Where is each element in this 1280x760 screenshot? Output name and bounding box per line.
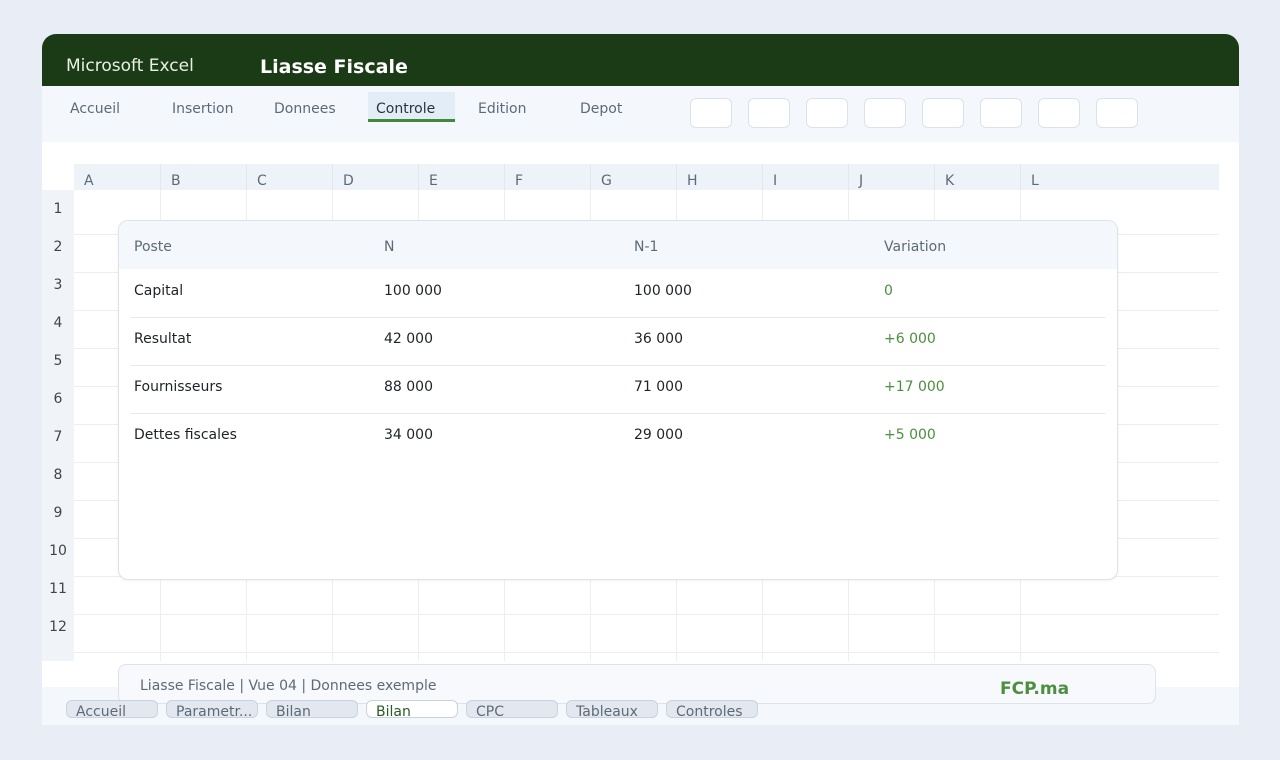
header-n-1: N-1 [634, 239, 659, 255]
row-header-2[interactable]: 2 [42, 228, 74, 266]
document-title: Liasse Fiscale [260, 56, 408, 78]
cell-poste: Resultat [134, 331, 192, 347]
ribbon-tool-button-3[interactable] [806, 98, 848, 128]
row-header-8[interactable]: 8 [42, 456, 74, 494]
sheet-tab-controles[interactable]: Controles [666, 700, 758, 718]
cell-n: 34 000 [384, 427, 433, 443]
column-header-d[interactable]: D [332, 164, 418, 190]
column-header-c[interactable]: C [246, 164, 332, 190]
row-header-11[interactable]: 11 [42, 570, 74, 608]
column-header-f[interactable]: F [504, 164, 590, 190]
column-header-h[interactable]: H [676, 164, 762, 190]
sheet-tab-bilan[interactable]: Bilan [266, 700, 358, 718]
column-header-l[interactable]: L [1020, 164, 1219, 190]
ribbon-tool-button-4[interactable] [864, 98, 906, 128]
column-header-k[interactable]: K [934, 164, 1020, 190]
column-headers: A B C D E F G H I J K L [74, 164, 1219, 190]
ribbon-tool-button-2[interactable] [748, 98, 790, 128]
row-headers: 1 2 3 4 5 6 7 8 9 10 11 12 [42, 190, 74, 661]
column-header-j[interactable]: J [848, 164, 934, 190]
row-header-7[interactable]: 7 [42, 418, 74, 456]
tab-edition[interactable]: Edition [470, 92, 534, 122]
cell-variation: +17 000 [884, 379, 945, 395]
cell-poste: Capital [134, 283, 184, 299]
row-header-1[interactable]: 1 [42, 190, 74, 228]
brand-logo: FCP.ma [1000, 679, 1070, 699]
row-header-4[interactable]: 4 [42, 304, 74, 342]
row-header-5[interactable]: 5 [42, 342, 74, 380]
table-row[interactable]: Capital 100 000 100 000 0 [131, 269, 1105, 318]
sheet-tab-cpc[interactable]: CPC [466, 700, 558, 718]
ribbon-tool-button-8[interactable] [1096, 98, 1138, 128]
header-poste: Poste [134, 239, 172, 255]
header-variation: Variation [884, 239, 947, 255]
tab-accueil[interactable]: Accueil [62, 92, 128, 122]
cell-n-1: 36 000 [634, 331, 683, 347]
cell-poste: Fournisseurs [134, 379, 223, 395]
sheet-tab-bilan-active[interactable]: Bilan [366, 700, 458, 718]
ribbon-tool-button-1[interactable] [690, 98, 732, 128]
row-header-12[interactable]: 12 [42, 608, 74, 646]
balance-control-panel: Poste N N-1 Variation Capital 100 000 10… [118, 220, 1118, 580]
cell-variation: +5 000 [884, 427, 936, 443]
column-header-g[interactable]: G [590, 164, 676, 190]
cell-variation: +6 000 [884, 331, 936, 347]
cell-variation: 0 [884, 283, 893, 299]
tab-controle[interactable]: Controle [368, 92, 455, 122]
row-header-6[interactable]: 6 [42, 380, 74, 418]
cell-n-1: 29 000 [634, 427, 683, 443]
ribbon-tool-button-6[interactable] [980, 98, 1022, 128]
panel-header: Poste N N-1 Variation [119, 221, 1117, 269]
title-bar: Microsoft Excel Liasse Fiscale [42, 34, 1239, 86]
tab-insertion[interactable]: Insertion [164, 92, 241, 122]
cell-n: 88 000 [384, 379, 433, 395]
cell-n: 42 000 [384, 331, 433, 347]
row-header-9[interactable]: 9 [42, 494, 74, 532]
cell-poste: Dettes fiscales [134, 427, 237, 443]
cell-n-1: 71 000 [634, 379, 683, 395]
status-bar: Liasse Fiscale | Vue 04 | Donnees exempl… [118, 664, 1156, 704]
sheet-tab-tableaux[interactable]: Tableaux [566, 700, 658, 718]
ribbon-tool-button-5[interactable] [922, 98, 964, 128]
column-header-b[interactable]: B [160, 164, 246, 190]
header-n: N [384, 239, 395, 255]
table-row[interactable]: Dettes fiscales 34 000 29 000 +5 000 [131, 413, 1105, 461]
tab-depot[interactable]: Depot [572, 92, 630, 122]
column-header-e[interactable]: E [418, 164, 504, 190]
column-header-i[interactable]: I [762, 164, 848, 190]
app-name: Microsoft Excel [66, 56, 194, 76]
cell-n: 100 000 [384, 283, 442, 299]
sheet-tab-accueil[interactable]: Accueil [66, 700, 158, 718]
sheet-tab-parametres[interactable]: Parametr... [166, 700, 258, 718]
ribbon-tool-button-7[interactable] [1038, 98, 1080, 128]
row-header-3[interactable]: 3 [42, 266, 74, 304]
tab-donnees[interactable]: Donnees [266, 92, 344, 122]
row-header-10[interactable]: 10 [42, 532, 74, 570]
table-row[interactable]: Resultat 42 000 36 000 +6 000 [131, 317, 1105, 366]
ribbon: Accueil Insertion Donnees Controle Editi… [42, 86, 1239, 143]
cell-n-1: 100 000 [634, 283, 692, 299]
table-row[interactable]: Fournisseurs 88 000 71 000 +17 000 [131, 365, 1105, 414]
column-header-a[interactable]: A [74, 164, 160, 190]
